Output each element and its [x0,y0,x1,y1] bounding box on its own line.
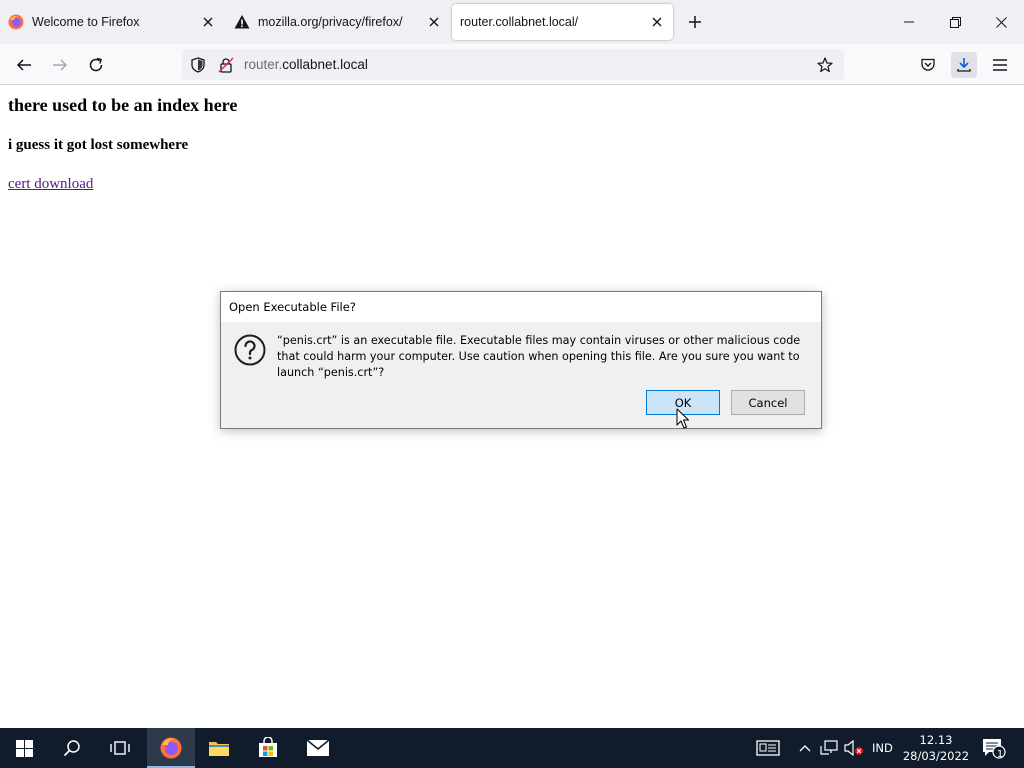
url-text[interactable]: router.collabnet.local [244,57,368,72]
forward-arrow-icon[interactable] [48,53,72,77]
bookmark-star-icon[interactable] [816,56,834,74]
input-language-indicator[interactable]: IND [872,741,893,755]
close-tab-icon[interactable] [200,14,216,30]
file-explorer-icon[interactable] [195,728,243,768]
tracking-protection-shield-icon[interactable] [189,56,207,74]
back-arrow-icon[interactable] [12,53,36,77]
action-center-notification-icon[interactable]: 1 [980,728,1008,768]
clock-time: 12.13 [919,733,953,747]
firefox-logo-icon [8,14,24,30]
question-mark-icon [233,333,267,367]
tab-strip: Welcome to Firefox mozilla.org/privacy/f… [0,0,1024,44]
taskbar-firefox-icon[interactable] [147,728,195,768]
new-tab-plus-icon[interactable] [685,12,705,32]
tab-title: mozilla.org/privacy/firefox/ [258,15,403,29]
mouse-pointer-icon [676,408,690,430]
cert-download-link[interactable]: cert download [8,176,93,193]
close-tab-icon[interactable] [649,14,665,30]
microsoft-store-icon[interactable] [244,728,292,768]
network-icon[interactable] [818,728,840,768]
close-window-icon[interactable] [978,0,1024,44]
tab-router-collabnet[interactable]: router.collabnet.local/ [452,4,673,40]
tab-title: router.collabnet.local/ [460,15,579,29]
volume-muted-icon[interactable] [842,728,866,768]
tab-title: Welcome to Firefox [32,15,140,29]
close-tab-icon[interactable] [426,14,442,30]
hamburger-menu-icon[interactable] [988,53,1012,77]
dialog-title: Open Executable File? [229,300,356,314]
warning-icon [234,14,250,30]
downloads-icon[interactable] [951,52,977,78]
restore-window-icon[interactable] [932,0,978,44]
address-bar[interactable]: router.collabnet.local [182,49,844,80]
url-host: collabnet.local [282,57,368,72]
dialog-message: “penis.crt” is an executable file. Execu… [277,334,801,379]
page-heading: there used to be an index here [8,95,238,115]
reload-icon[interactable] [84,53,108,77]
news-and-interests-icon[interactable] [754,728,782,768]
url-prefix: router. [244,57,283,72]
task-view-icon[interactable] [96,728,144,768]
minimize-window-icon[interactable] [886,0,932,44]
show-hidden-icons-chevron-icon[interactable] [796,728,814,768]
pocket-icon[interactable] [916,53,940,77]
open-executable-dialog: Open Executable File? “penis.crt” is an … [220,291,822,429]
page-subheading: i guess it got lost somewhere [8,137,189,153]
windows-taskbar: IND 12.13 28/03/2022 1 [0,728,1024,768]
dialog-titlebar: Open Executable File? [221,292,821,322]
search-icon[interactable] [48,728,96,768]
system-clock[interactable]: 12.13 28/03/2022 [900,732,972,764]
mail-icon[interactable] [294,728,342,768]
insecure-lock-icon[interactable] [217,56,235,74]
tab-welcome-to-firefox[interactable]: Welcome to Firefox [0,4,224,40]
windows-start-icon[interactable] [0,728,48,768]
navigation-toolbar: router.collabnet.local [0,44,1024,85]
clock-date: 28/03/2022 [902,749,970,763]
notification-count-badge: 1 [996,749,1004,760]
tab-mozilla-privacy[interactable]: mozilla.org/privacy/firefox/ [226,4,450,40]
cancel-button[interactable]: Cancel [731,390,805,415]
